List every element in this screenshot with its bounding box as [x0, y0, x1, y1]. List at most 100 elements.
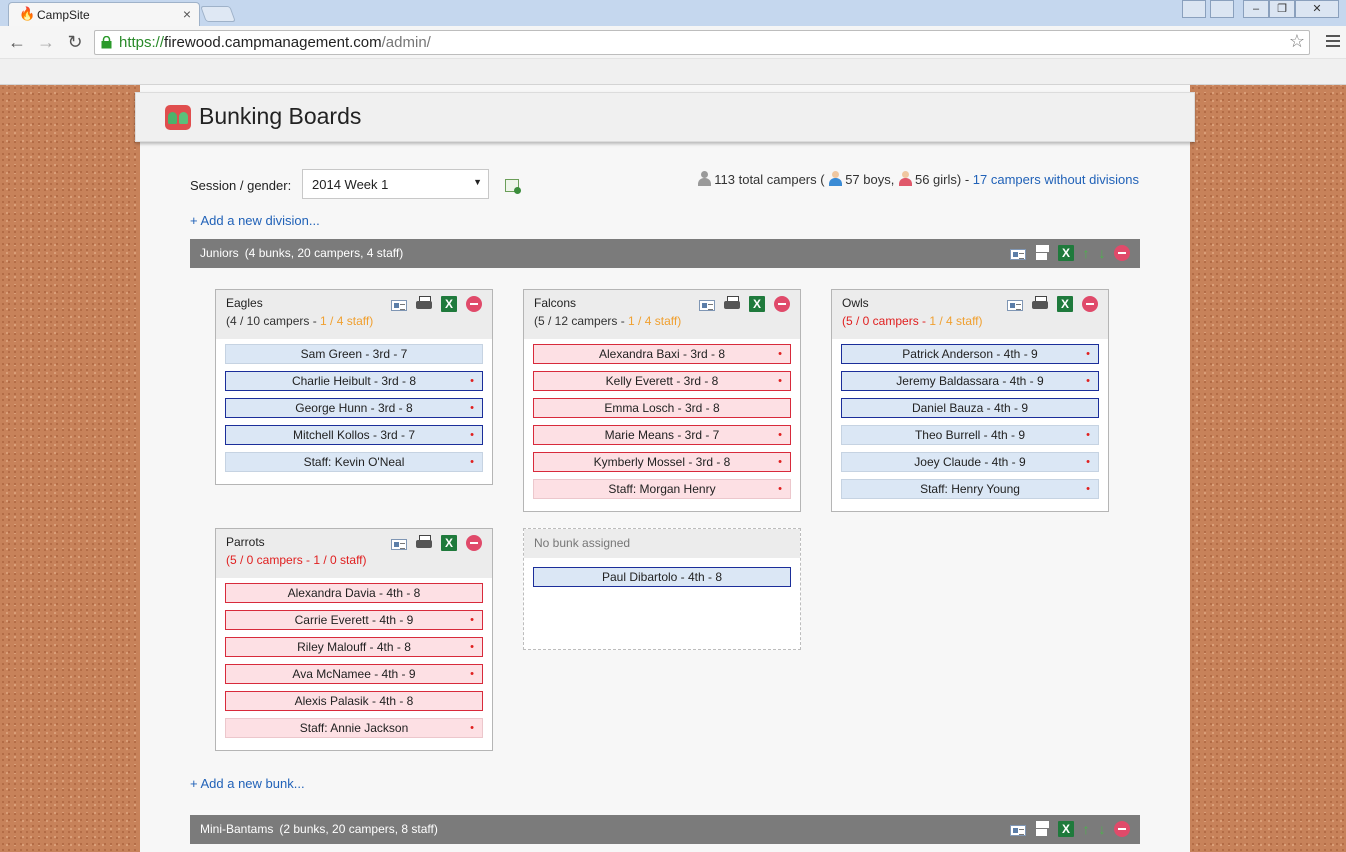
maximize-button[interactable]: ❐: [1269, 0, 1295, 18]
add-division-link[interactable]: + Add a new division...: [190, 213, 320, 228]
camper-item[interactable]: Kymberly Mossel - 3rd - 8 •: [533, 452, 791, 472]
remove-bunk-icon[interactable]: [774, 296, 790, 312]
camper-item[interactable]: Ava McNamee - 4th - 9 •: [225, 664, 483, 684]
division-info: (2 bunks, 20 campers, 8 staff): [279, 822, 438, 836]
remove-division-icon[interactable]: [1114, 821, 1130, 837]
print-icon[interactable]: [1032, 296, 1048, 312]
add-bunk-link[interactable]: + Add a new bunk...: [190, 776, 305, 791]
excel-icon[interactable]: X: [749, 296, 765, 312]
camper-label: Mitchell Kollos - 3rd - 7: [292, 428, 416, 442]
bunk-tools: X: [1007, 296, 1098, 312]
flag-dot-icon: •: [470, 668, 474, 680]
camper-item[interactable]: Kelly Everett - 3rd - 8 •: [533, 371, 791, 391]
page-header: Bunking Boards: [135, 92, 1195, 142]
back-icon[interactable]: ←: [6, 31, 28, 53]
camper-item[interactable]: Patrick Anderson - 4th - 9 •: [841, 344, 1099, 364]
reload-icon[interactable]: ↻: [64, 31, 86, 53]
id-card-icon[interactable]: [1010, 824, 1026, 836]
browser-tab[interactable]: 🔥 CampSite ×: [8, 2, 200, 26]
camper-item[interactable]: Daniel Bauza - 4th - 9: [841, 398, 1099, 418]
camper-item[interactable]: Paul Dibartolo - 4th - 8: [533, 567, 791, 587]
page-title: Bunking Boards: [199, 103, 362, 129]
camper-label: Kymberly Mossel - 3rd - 8: [593, 455, 731, 469]
excel-icon[interactable]: X: [1058, 245, 1074, 261]
print-icon[interactable]: [416, 535, 432, 551]
new-tab-button[interactable]: [200, 6, 236, 22]
staff-item[interactable]: Staff: Morgan Henry •: [533, 479, 791, 499]
camper-item[interactable]: George Hunn - 3rd - 8 •: [225, 398, 483, 418]
move-down-icon[interactable]: ↓: [1098, 821, 1106, 837]
id-card-icon[interactable]: [391, 299, 407, 311]
staff-count: 1 / 4 staff): [929, 314, 983, 328]
session-label: Session / gender:: [190, 178, 292, 193]
id-card-icon[interactable]: [1010, 248, 1026, 260]
excel-icon[interactable]: X: [441, 296, 457, 312]
staff-item[interactable]: Staff: Annie Jackson •: [225, 718, 483, 738]
staff-label: Staff: Morgan Henry: [608, 482, 716, 496]
pages-icon[interactable]: [1034, 245, 1050, 261]
browser-bookmarks-bar: [0, 59, 1346, 85]
camper-item[interactable]: Alexandra Baxi - 3rd - 8 •: [533, 344, 791, 364]
campers-without-divisions-link[interactable]: 17 campers without divisions: [973, 172, 1139, 187]
staff-count: 1 / 4 staff): [320, 314, 374, 328]
remove-bunk-icon[interactable]: [1082, 296, 1098, 312]
export-spreadsheet-icon[interactable]: [505, 179, 521, 194]
move-up-icon[interactable]: ↑: [1082, 821, 1090, 837]
remove-bunk-icon[interactable]: [466, 535, 482, 551]
camper-label: Alexis Palasik - 4th - 8: [294, 694, 414, 708]
camper-item[interactable]: Theo Burrell - 4th - 9 •: [841, 425, 1099, 445]
move-up-icon[interactable]: ↑: [1082, 245, 1090, 261]
print-icon[interactable]: [416, 296, 432, 312]
id-card-icon[interactable]: [699, 299, 715, 311]
minimize-button[interactable]: –: [1243, 0, 1269, 18]
camper-item[interactable]: Sam Green - 3rd - 7: [225, 344, 483, 364]
remove-division-icon[interactable]: [1114, 245, 1130, 261]
tab-close-icon[interactable]: ×: [183, 6, 191, 22]
window-extra2-button[interactable]: [1210, 0, 1234, 18]
flag-dot-icon: •: [1086, 429, 1090, 441]
id-card-icon[interactable]: [1007, 299, 1023, 311]
excel-icon[interactable]: X: [1058, 821, 1074, 837]
move-down-icon[interactable]: ↓: [1098, 245, 1106, 261]
excel-icon[interactable]: X: [441, 535, 457, 551]
flag-dot-icon: •: [470, 375, 474, 387]
flag-dot-icon: •: [778, 375, 782, 387]
bookmark-star-icon[interactable]: ☆: [1289, 31, 1305, 52]
camper-item[interactable]: Joey Claude - 4th - 9 •: [841, 452, 1099, 472]
camper-item[interactable]: Riley Malouff - 4th - 8 •: [225, 637, 483, 657]
camper-label: Joey Claude - 4th - 9: [914, 455, 1026, 469]
address-bar[interactable]: https://firewood.campmanagement.com/admi…: [94, 30, 1310, 55]
session-select[interactable]: 2014 Week 1 ▼: [302, 169, 489, 199]
print-icon[interactable]: [724, 296, 740, 312]
staff-count: 1 / 0 staff): [313, 553, 367, 567]
camper-item[interactable]: Emma Losch - 3rd - 8: [533, 398, 791, 418]
pages-icon[interactable]: [1034, 821, 1050, 837]
division-tools: X ↑ ↓: [1010, 821, 1130, 837]
camper-item[interactable]: Jeremy Baldassara - 4th - 9 •: [841, 371, 1099, 391]
staff-item[interactable]: Staff: Kevin O'Neal •: [225, 452, 483, 472]
bunking-logo-icon: [165, 105, 191, 130]
unassigned-bunk: No bunk assigned Paul Dibartolo - 4th - …: [523, 528, 801, 650]
forward-icon[interactable]: →: [35, 31, 57, 53]
remove-bunk-icon[interactable]: [466, 296, 482, 312]
close-window-button[interactable]: ✕: [1295, 0, 1339, 18]
id-card-icon[interactable]: [391, 538, 407, 550]
camper-item[interactable]: Marie Means - 3rd - 7 •: [533, 425, 791, 445]
flag-dot-icon: •: [470, 456, 474, 468]
excel-icon[interactable]: X: [1057, 296, 1073, 312]
camper-item[interactable]: Alexis Palasik - 4th - 8: [225, 691, 483, 711]
url-scheme: https://: [119, 34, 165, 51]
bunk-card-parrots: Parrots (5 / 0 campers - 1 / 0 staff) X …: [215, 528, 493, 751]
bunk-tools: X: [391, 296, 482, 312]
camper-item[interactable]: Charlie Heibult - 3rd - 8 •: [225, 371, 483, 391]
camper-label: George Hunn - 3rd - 8: [295, 401, 413, 415]
camper-item[interactable]: Alexandra Davia - 4th - 8: [225, 583, 483, 603]
window-extra-button[interactable]: [1182, 0, 1206, 18]
browser-menu-icon[interactable]: [1326, 35, 1340, 47]
boy-icon: [828, 171, 843, 187]
camper-item[interactable]: Carrie Everett - 4th - 9 •: [225, 610, 483, 630]
camper-item[interactable]: Mitchell Kollos - 3rd - 7 •: [225, 425, 483, 445]
camper-count: (4 / 10 campers -: [226, 314, 317, 328]
staff-item[interactable]: Staff: Henry Young •: [841, 479, 1099, 499]
camper-label: Charlie Heibult - 3rd - 8: [291, 374, 417, 388]
